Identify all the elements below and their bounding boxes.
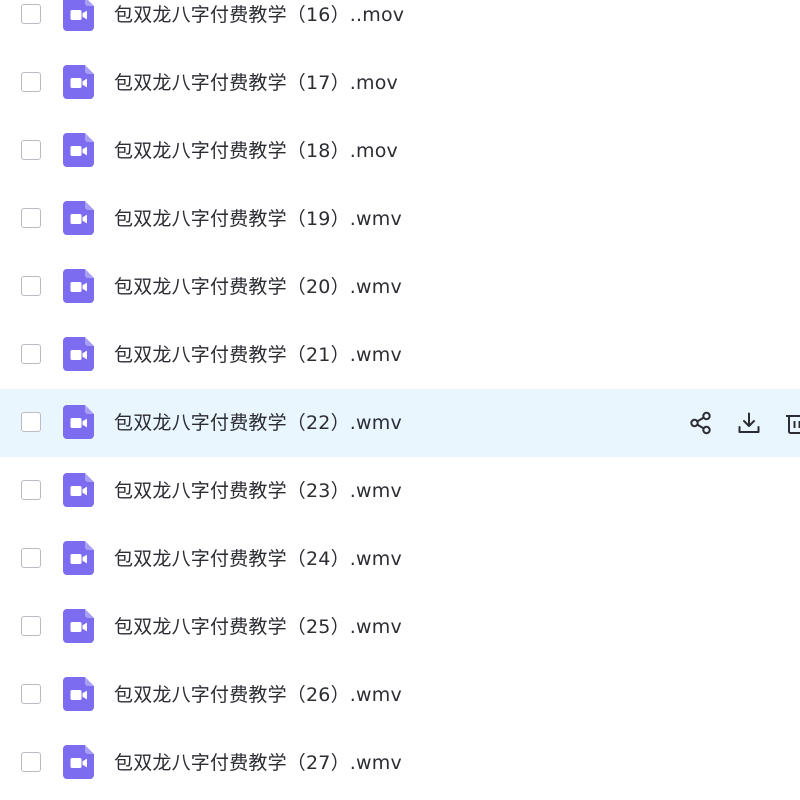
file-row[interactable]: 包双龙八字付费教学（24）.wmv	[0, 525, 800, 593]
file-row[interactable]: 包双龙八字付费教学（21）.wmv	[0, 321, 800, 389]
video-file-icon	[63, 0, 94, 31]
file-row[interactable]: 包双龙八字付费教学（18）.mov	[0, 117, 800, 185]
row-checkbox[interactable]	[21, 140, 41, 160]
video-file-icon	[63, 269, 94, 303]
row-checkbox[interactable]	[21, 480, 41, 500]
video-file-icon	[63, 609, 94, 643]
file-name[interactable]: 包双龙八字付费教学（22）.wmv	[114, 389, 402, 457]
row-checkbox[interactable]	[21, 752, 41, 772]
video-file-icon	[63, 65, 94, 99]
row-checkbox[interactable]	[21, 616, 41, 636]
file-row[interactable]: 包双龙八字付费教学（20）.wmv	[0, 253, 800, 321]
video-file-icon	[63, 337, 94, 371]
row-checkbox[interactable]	[21, 276, 41, 296]
row-checkbox[interactable]	[21, 4, 41, 24]
file-name[interactable]: 包双龙八字付费教学（23）.wmv	[114, 457, 402, 525]
row-checkbox[interactable]	[21, 72, 41, 92]
share-icon[interactable]	[688, 410, 714, 436]
file-row[interactable]: 包双龙八字付费教学（19）.wmv	[0, 185, 800, 253]
file-row[interactable]: 包双龙八字付费教学（23）.wmv	[0, 457, 800, 525]
file-row[interactable]: 包双龙八字付费教学（16）..mov	[0, 0, 800, 49]
video-file-icon	[63, 201, 94, 235]
row-checkbox[interactable]	[21, 208, 41, 228]
video-file-icon	[63, 405, 94, 439]
file-name[interactable]: 包双龙八字付费教学（26）.wmv	[114, 661, 402, 729]
file-name[interactable]: 包双龙八字付费教学（27）.wmv	[114, 729, 402, 797]
file-name[interactable]: 包双龙八字付费教学（17）.mov	[114, 49, 398, 117]
row-checkbox[interactable]	[21, 548, 41, 568]
file-row[interactable]: 包双龙八字付费教学（22）.wmv	[0, 389, 800, 457]
file-name[interactable]: 包双龙八字付费教学（20）.wmv	[114, 253, 402, 321]
file-name[interactable]: 包双龙八字付费教学（19）.wmv	[114, 185, 402, 253]
video-file-icon	[63, 745, 94, 779]
file-list: 包双龙八字付费教学（16）..mov 包双龙八字付费教学（17）.mov 包双龙八字…	[0, 0, 800, 800]
download-icon[interactable]	[736, 410, 762, 436]
file-name[interactable]: 包双龙八字付费教学（25）.wmv	[114, 593, 402, 661]
row-checkbox[interactable]	[21, 412, 41, 432]
row-checkbox[interactable]	[21, 344, 41, 364]
video-file-icon	[63, 541, 94, 575]
file-name[interactable]: 包双龙八字付费教学（21）.wmv	[114, 321, 402, 389]
row-checkbox[interactable]	[21, 684, 41, 704]
file-row[interactable]: 包双龙八字付费教学（25）.wmv	[0, 593, 800, 661]
video-file-icon	[63, 677, 94, 711]
file-row[interactable]: 包双龙八字付费教学（27）.wmv	[0, 729, 800, 797]
delete-icon[interactable]	[784, 410, 800, 436]
file-name[interactable]: 包双龙八字付费教学（24）.wmv	[114, 525, 402, 593]
file-name[interactable]: 包双龙八字付费教学（18）.mov	[114, 117, 398, 185]
video-file-icon	[63, 133, 94, 167]
file-name[interactable]: 包双龙八字付费教学（16）..mov	[114, 0, 404, 49]
file-row[interactable]: 包双龙八字付费教学（26）.wmv	[0, 661, 800, 729]
video-file-icon	[63, 473, 94, 507]
file-row[interactable]: 包双龙八字付费教学（17）.mov	[0, 49, 800, 117]
